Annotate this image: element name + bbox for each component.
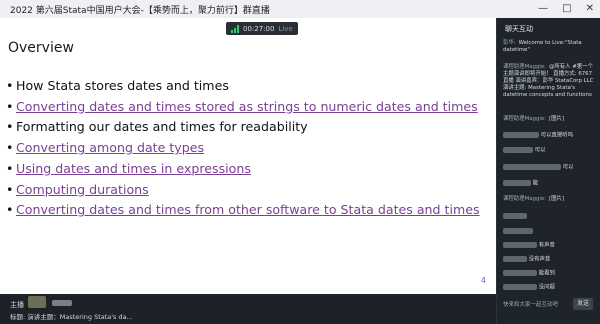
bullet-item: • Formatting our dates and times for read…	[6, 117, 480, 138]
bullet-dot-icon: •	[6, 202, 14, 218]
bullet-dot-icon: •	[6, 98, 14, 114]
chat-message: 课程助理Maggie: @所有人 #第一个主题演讲即将开始！ 直播方式: 6767…	[503, 64, 595, 99]
elapsed-time: 00:27:00	[243, 24, 275, 33]
bullet-dot-icon: •	[6, 78, 14, 93]
chat-sender: 课程助理Maggie:	[503, 196, 546, 202]
blurred-sender	[503, 164, 561, 170]
slide-bullet-list: • How Stata stores dates and times • Conve…	[6, 76, 480, 221]
chat-input-placeholder[interactable]: 快来和大家一起互动吧	[503, 300, 558, 308]
live-topbar: 00:27:00 Live	[0, 18, 496, 40]
signal-icon	[231, 24, 239, 33]
chat-header: 聊天互动	[505, 25, 533, 33]
bullet-text: How Stata stores dates and times	[16, 78, 229, 93]
chat-text: 没有声音	[528, 256, 551, 263]
bullet-text: Formatting our dates and times for reada…	[16, 119, 308, 135]
chat-message	[503, 228, 595, 236]
bullet-dot-icon: •	[6, 181, 14, 197]
chat-text: 可以直接听吗	[540, 132, 574, 139]
bullet-link[interactable]: Converting dates and times from other so…	[16, 202, 480, 217]
bullet-link[interactable]: Using dates and times in expressions	[16, 161, 251, 176]
stream-topic: 标题: 演讲主题：Mastering Stata's da...	[10, 313, 133, 321]
chat-text: 没问题	[538, 284, 555, 291]
slide-page-number: 4	[480, 276, 486, 285]
bullet-item: • Using dates and times in expressions	[6, 159, 480, 180]
blurred-sender	[503, 213, 527, 219]
chat-message	[503, 213, 595, 221]
chat-message: 可以直接听吗	[503, 132, 595, 140]
bullet-item: • How Stata stores dates and times	[6, 76, 480, 97]
blurred-sender	[503, 180, 531, 186]
chat-message: 彭华: Welcome to Live:"Stata datetime"	[503, 40, 595, 54]
slide-title: Overview	[8, 40, 74, 56]
bullet-dot-icon: •	[6, 119, 14, 135]
stream-info-bar: 主播 标题: 演讲主题：Mastering Stata's da...	[0, 294, 496, 324]
blurred-sender	[503, 228, 533, 234]
chat-text: [图片]	[549, 196, 564, 202]
chat-message: 可以	[503, 164, 595, 172]
bullet-dot-icon: •	[6, 160, 14, 176]
blurred-sender	[503, 242, 537, 248]
bullet-item: • Computing durations	[6, 180, 480, 201]
bullet-item: • Converting among date types	[6, 138, 480, 159]
bullet-link[interactable]: Converting dates and times stored as str…	[16, 99, 478, 114]
bullet-link[interactable]: Converting among date types	[16, 140, 204, 155]
chat-message: 没有声音	[503, 256, 595, 264]
host-name-blurred	[52, 300, 72, 306]
bullet-item: • Converting dates and times stored as st…	[6, 97, 480, 118]
bullet-link[interactable]: Computing durations	[16, 182, 149, 197]
maximize-button[interactable]: □	[562, 1, 571, 17]
chat-text: 可以	[534, 147, 546, 154]
send-button[interactable]: 发送	[573, 298, 593, 310]
bullet-dot-icon: •	[6, 140, 14, 156]
blurred-sender	[503, 147, 533, 153]
host-avatar	[28, 296, 46, 308]
chat-sender: 课程助理Maggie:	[503, 116, 546, 122]
blurred-sender	[503, 284, 537, 290]
chat-panel: 聊天互动 彭华: Welcome to Live:"Stata datetime"…	[496, 18, 600, 324]
chat-message: 课程助理Maggie: [图片]	[503, 116, 595, 123]
chat-text: [图片]	[549, 116, 564, 122]
chat-message: 没问题	[503, 284, 595, 292]
chat-text: 有声音	[538, 242, 555, 249]
live-timer: 00:27:00 Live	[226, 22, 298, 35]
host-label: 主播	[10, 301, 24, 309]
chat-text: 能	[532, 180, 539, 187]
chat-text: 能看到	[538, 270, 555, 277]
blurred-sender	[503, 132, 539, 138]
chat-message: 能	[503, 180, 595, 188]
window-controls: — □ ✕	[538, 1, 594, 17]
chat-message: 课程助理Maggie: [图片]	[503, 196, 595, 203]
blurred-sender	[503, 270, 537, 276]
minimize-button[interactable]: —	[538, 1, 548, 17]
chat-sender: 彭华:	[503, 40, 516, 46]
chat-message: 有声音	[503, 242, 595, 250]
chat-sender: 课程助理Maggie:	[503, 64, 546, 70]
window-title: 2022 第六届Stata中国用户大会-【乘势而上，聚力前行】群直播	[10, 6, 270, 16]
live-status: Live	[278, 24, 293, 33]
blurred-sender	[503, 256, 527, 262]
chat-message: 能看到	[503, 270, 595, 278]
presentation-slide: Overview • How Stata stores dates and tim…	[0, 18, 496, 295]
chat-message: 可以	[503, 147, 595, 155]
close-button[interactable]: ✕	[586, 1, 594, 17]
window-titlebar: 2022 第六届Stata中国用户大会-【乘势而上，聚力前行】群直播 — □ ✕	[0, 0, 600, 19]
chat-input-area[interactable]: 快来和大家一起互动吧 发送	[503, 298, 593, 310]
chat-text: 可以	[562, 164, 574, 171]
bullet-item: • Converting dates and times from other s…	[6, 200, 480, 221]
